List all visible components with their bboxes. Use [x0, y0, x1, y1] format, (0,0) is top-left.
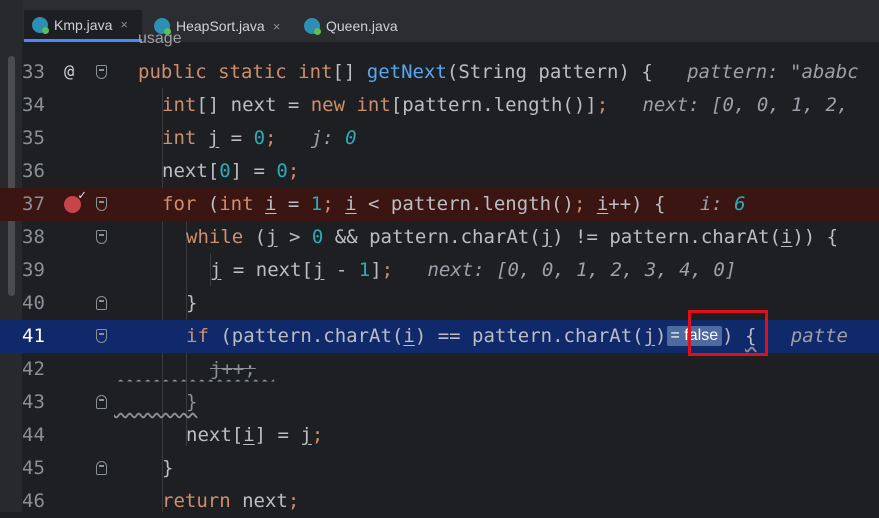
override-marker-icon[interactable]: @ — [64, 56, 74, 89]
line-number[interactable]: 41 — [22, 320, 58, 353]
usages-hint[interactable]: usage — [138, 30, 182, 48]
inline-hint-label: j: — [310, 127, 334, 149]
code-text: j++; — [210, 358, 256, 380]
code-line-39[interactable]: 39 j = next[j - 1]; next: [0, 0, 1, 2, 3… — [0, 254, 879, 287]
java-class-icon — [304, 18, 321, 35]
code-text: int[] next = new int[pattern.length()]; … — [162, 94, 849, 116]
fold-icon[interactable] — [96, 329, 107, 343]
code-line-43[interactable]: 43 } — [0, 386, 879, 419]
inline-hint-label: i: — [699, 193, 723, 215]
fold-icon[interactable] — [96, 65, 107, 79]
tool-strip — [0, 0, 22, 42]
close-icon[interactable]: × — [120, 17, 128, 32]
tab-label: Queen.java — [326, 18, 398, 34]
java-class-icon — [32, 16, 49, 34]
code-line-46[interactable]: 46 return next; — [0, 485, 879, 518]
line-number[interactable]: 40 — [22, 287, 58, 320]
line-number[interactable]: 45 — [22, 452, 58, 485]
line-number[interactable]: 34 — [22, 89, 58, 122]
fold-icon[interactable] — [96, 461, 107, 475]
code-text: } — [186, 391, 198, 413]
code-text: int j = 0; j: 0 — [162, 127, 357, 149]
code-text: for (int i = 1; i < pattern.length(); i+… — [162, 193, 746, 215]
tab-label: Kmp.java — [54, 16, 113, 33]
line-number[interactable]: 42 — [22, 353, 58, 386]
code-line-45[interactable]: 45 } — [0, 452, 879, 485]
inline-hint-value: 0 — [345, 127, 357, 149]
code-text: public static int[] getNext(String patte… — [138, 61, 859, 83]
code-line-38[interactable]: 38 while (j > 0 && pattern.charAt(j) != … — [0, 221, 879, 254]
line-number[interactable]: 33 — [22, 56, 58, 89]
code-text: } — [186, 292, 198, 314]
tab-kmp-java[interactable]: Kmp.java × — [24, 10, 142, 42]
inline-hint-value: 6 — [734, 193, 746, 215]
inline-hint: patte — [790, 325, 848, 347]
inline-hint: next: [0, 0, 1, 2, — [642, 94, 849, 116]
line-number[interactable]: 36 — [22, 155, 58, 188]
inline-hint: next: [0, 0, 1, 2, 3, 4, 0] — [427, 259, 737, 281]
line-number[interactable]: 43 — [22, 386, 58, 419]
line-number[interactable]: 39 — [22, 254, 58, 287]
line-number[interactable]: 37 — [22, 188, 58, 221]
fold-icon[interactable] — [96, 197, 107, 211]
code-line-42[interactable]: 42 j++; — [0, 353, 879, 386]
breakpoint-icon[interactable] — [64, 188, 86, 213]
inline-hint: pattern: "ababc — [687, 61, 859, 83]
code-line-34[interactable]: 34 int[] next = new int[pattern.length()… — [0, 89, 879, 122]
code-line-33[interactable]: 33 @ public static int[] getNext(String … — [0, 56, 879, 89]
line-number[interactable]: 46 — [22, 485, 58, 518]
tab-queen-java[interactable]: Queen.java — [296, 10, 416, 42]
fold-icon[interactable] — [96, 296, 107, 310]
highlight-box — [688, 310, 768, 356]
code-line-36[interactable]: 36 next[0] = 0; — [0, 155, 879, 188]
code-text: next[i] = j; — [186, 424, 324, 446]
line-number[interactable]: 44 — [22, 419, 58, 452]
code-text: j = next[j - 1]; next: [0, 0, 1, 2, 3, 4… — [210, 259, 737, 281]
fold-icon[interactable] — [96, 395, 107, 409]
code-text: } — [162, 457, 174, 479]
line-number[interactable]: 38 — [22, 221, 58, 254]
code-line-35[interactable]: 35 int j = 0; j: 0 — [0, 122, 879, 155]
tab-label: HeapSort.java — [176, 18, 265, 34]
code-text: while (j > 0 && pattern.charAt(j) != pat… — [186, 226, 839, 248]
code-text: next[0] = 0; — [162, 160, 300, 182]
close-icon[interactable]: × — [273, 19, 281, 34]
editor-tab-bar: Kmp.java × HeapSort.java × Queen.java — [0, 0, 879, 42]
code-line-37[interactable]: 37 for (int i = 1; i < pattern.length();… — [0, 188, 879, 221]
code-text: return next; — [162, 490, 300, 512]
line-number[interactable]: 35 — [22, 122, 58, 155]
fold-icon[interactable] — [96, 230, 107, 244]
code-line-44[interactable]: 44 next[i] = j; — [0, 419, 879, 452]
